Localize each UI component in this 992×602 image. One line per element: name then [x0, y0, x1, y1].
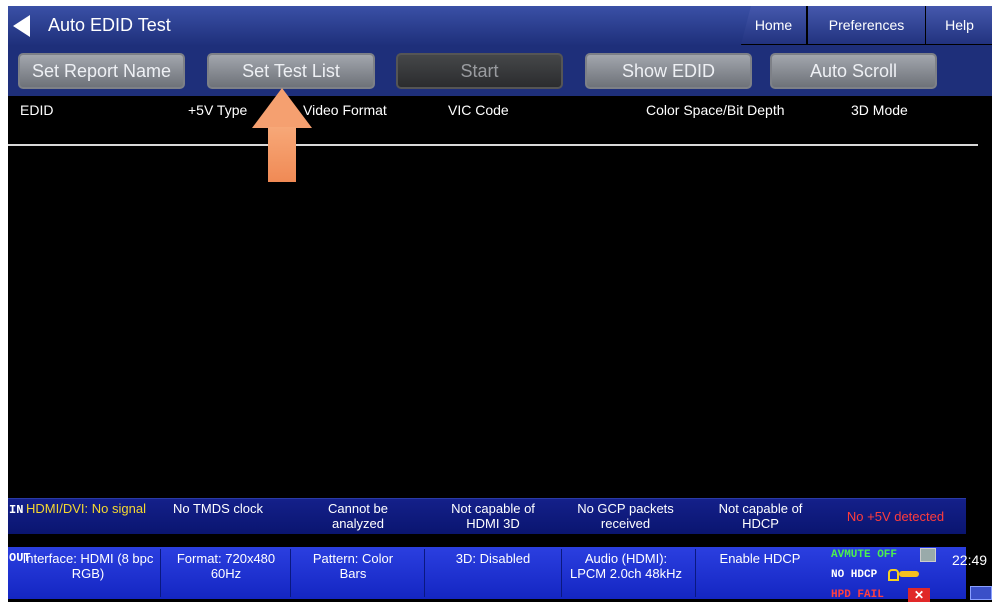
app-window: Auto EDID Test Home Preferences Help Set… [8, 6, 992, 602]
arrow-up-icon [252, 88, 312, 128]
monitor-icon[interactable] [920, 548, 936, 562]
divider [424, 549, 425, 597]
enable-hdcp-button[interactable]: Enable HDCP [700, 551, 820, 566]
column-header-color-space: Color Space/Bit Depth [646, 102, 785, 118]
divider [695, 549, 696, 597]
output-status-bar: OUT Interface: HDMI (8 bpc RGB) Format: … [8, 547, 966, 599]
out-pattern-button[interactable]: Pattern: Color Bars [298, 551, 408, 581]
hpd-status: HPD FAIL [831, 589, 884, 601]
key-icon [899, 571, 919, 577]
in-5v-status: No +5V detected [846, 509, 945, 524]
toolbar: Set Report Name Set Test List Start Show… [8, 46, 992, 96]
out-3d-button[interactable]: 3D: Disabled [433, 551, 553, 566]
page-title: Auto EDID Test [48, 15, 171, 35]
in-gcp-status: No GCP packets received [577, 501, 674, 531]
column-header-5v-type: +5V Type [188, 102, 248, 118]
avmute-status: AVMUTE OFF [831, 549, 898, 561]
in-analysis-status: Cannot be analyzed [328, 501, 388, 531]
auto-scroll-button[interactable]: Auto Scroll [770, 53, 937, 89]
title-bar: Auto EDID Test Home Preferences Help [8, 6, 992, 46]
arrow-up-icon-shaft [268, 127, 296, 182]
in-tmds-status: No TMDS clock [172, 501, 264, 516]
input-status-bar: IN HDMI/DVI: No signal No TMDS clock Can… [8, 498, 966, 534]
in-signal-status: HDMI/DVI: No signal [26, 501, 146, 516]
show-edid-button[interactable]: Show EDID [585, 53, 752, 89]
in-3d-status: Not capable of HDMI 3D [451, 501, 535, 531]
back-arrow-icon[interactable] [13, 15, 30, 37]
close-icon[interactable]: ✕ [908, 588, 930, 602]
set-report-name-button[interactable]: Set Report Name [18, 53, 185, 89]
column-header-vic-code: VIC Code [448, 102, 509, 118]
tab-help[interactable]: Help [925, 6, 992, 45]
divider [561, 549, 562, 597]
column-header-video-format: Video Format [303, 102, 387, 118]
connection-icon [970, 586, 992, 600]
out-audio-button[interactable]: Audio (HDMI): LPCM 2.0ch 48kHz [570, 551, 682, 581]
out-format-button[interactable]: Format: 720x480 60Hz [166, 551, 286, 581]
divider [160, 549, 161, 597]
lock-icon [888, 569, 899, 581]
out-interface-button[interactable]: Interface: HDMI (8 bpc RGB) [18, 551, 158, 581]
results-table-header: EDID +5V Type Video Format VIC Code Colo… [8, 96, 978, 144]
results-scrollbar[interactable] [978, 96, 992, 496]
tab-preferences[interactable]: Preferences [807, 6, 926, 45]
hdcp-status: NO HDCP [831, 569, 878, 581]
input-side-label: IN [9, 503, 24, 517]
start-button[interactable]: Start [396, 53, 563, 89]
column-header-3d-mode: 3D Mode [851, 102, 908, 118]
divider [290, 549, 291, 597]
clock: 22:49 [952, 552, 988, 568]
set-test-list-button[interactable]: Set Test List [207, 53, 375, 89]
in-hdcp-status: Not capable of HDCP [718, 501, 803, 531]
tab-home[interactable]: Home [741, 6, 807, 45]
column-header-edid: EDID [20, 102, 54, 118]
table-header-divider [8, 144, 978, 146]
